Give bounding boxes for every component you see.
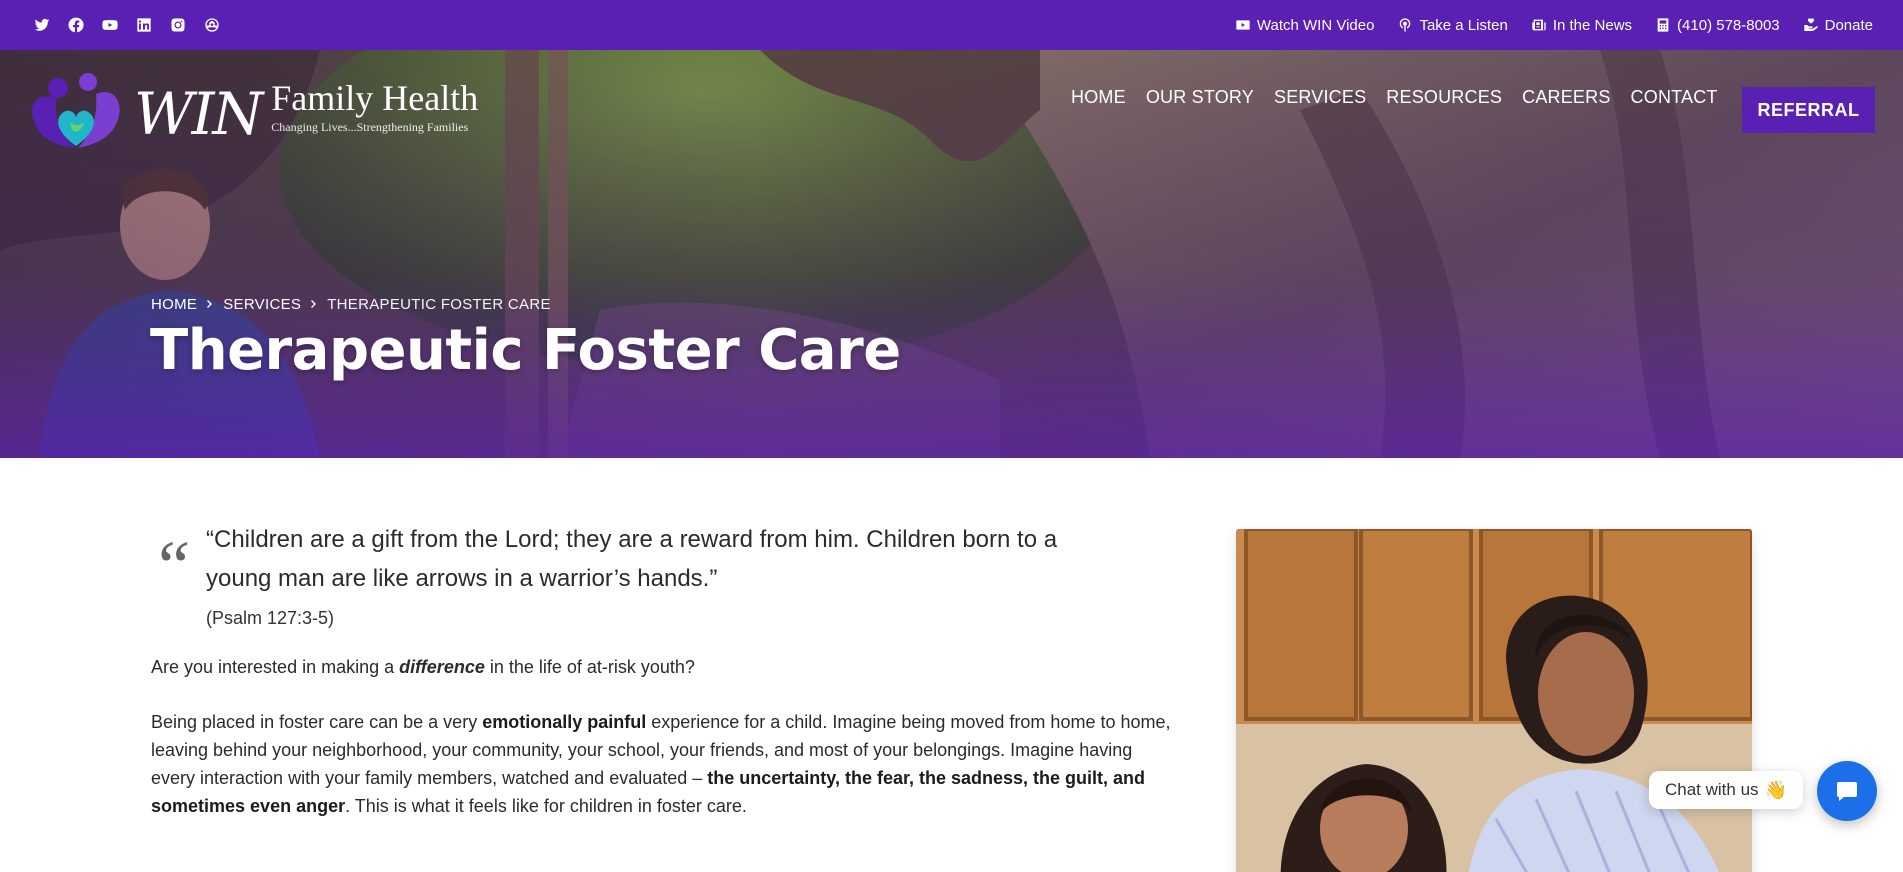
facebook-icon[interactable] <box>67 16 85 34</box>
linkedin-icon[interactable] <box>135 16 153 34</box>
in-the-news-link[interactable]: In the News <box>1531 17 1632 34</box>
foster-care-paragraph: Being placed in foster care can be a ver… <box>151 708 1181 820</box>
take-a-listen-link[interactable]: Take a Listen <box>1397 16 1508 34</box>
twitter-icon[interactable] <box>33 16 51 34</box>
youtube-icon[interactable] <box>101 16 119 34</box>
chat-launcher-button[interactable] <box>1817 761 1877 821</box>
video-icon <box>1236 20 1250 30</box>
podcast-icon <box>1400 18 1411 32</box>
nav-resources[interactable]: RESOURCES <box>1386 87 1502 108</box>
hero-banner: WIN Family Health Changing Lives...Stren… <box>0 50 1903 458</box>
phone-label: (410) 578-8003 <box>1677 16 1780 34</box>
donate-label: Donate <box>1824 16 1873 34</box>
intro-text-after: in the life of at-risk youth? <box>484 657 695 677</box>
logo-heart-icon <box>32 73 120 148</box>
nav-our-story[interactable]: OUR STORY <box>1146 87 1254 108</box>
site-logo[interactable]: WIN Family Health Changing Lives...Stren… <box>26 66 478 156</box>
newspaper-icon <box>1532 19 1546 31</box>
intro-text-before: Are you interested in making a <box>151 657 400 677</box>
phone-icon <box>1657 18 1669 32</box>
chat-prompt-label: Chat with us <box>1665 780 1759 799</box>
logo-right: Family Health Changing Lives...Strengthe… <box>271 80 478 143</box>
chevron-right-icon <box>205 296 215 313</box>
nav-services[interactable]: SERVICES <box>1274 87 1366 108</box>
breadcrumb-home[interactable]: HOME <box>151 296 197 313</box>
nav-contact[interactable]: CONTACT <box>1631 87 1718 108</box>
instagram-icon[interactable] <box>169 16 187 34</box>
main-content: “ “Children are a gift from the Lord; th… <box>151 520 1181 820</box>
donate-hands-icon <box>1803 18 1818 31</box>
page-title: Therapeutic Foster Care <box>150 318 901 383</box>
take-a-listen-label: Take a Listen <box>1419 16 1508 34</box>
breadcrumb-services[interactable]: SERVICES <box>223 296 301 313</box>
social-links <box>33 16 221 34</box>
watch-video-link[interactable]: Watch WIN Video <box>1235 16 1375 34</box>
waving-hand-icon: 👋 <box>1764 779 1787 800</box>
chat-bubble-icon <box>1837 782 1857 801</box>
mother-daughter-photo <box>1236 529 1752 872</box>
intro-paragraph: Are you interested in making a differenc… <box>151 653 1181 681</box>
logo-tagline: Changing Lives...Strengthening Families <box>271 119 469 134</box>
main-nav: HOME OUR STORY SERVICES RESOURCES CAREER… <box>1071 87 1718 108</box>
logo-family-health: Family Health <box>271 77 479 118</box>
paragraph-part-e: . This is what it feels like for childre… <box>345 796 747 816</box>
kitchen-photo-illustration <box>1236 529 1752 872</box>
quote-citation: (Psalm 127:3-5) <box>206 608 335 628</box>
chevron-right-icon <box>309 296 319 313</box>
breadcrumb: HOME SERVICES THERAPEUTIC FOSTER CARE <box>151 296 551 313</box>
nav-home[interactable]: HOME <box>1071 87 1126 108</box>
scripture-quote: “Children are a gift from the Lord; they… <box>206 526 1058 592</box>
podcast-icon[interactable] <box>203 16 221 34</box>
quote-mark-icon: “ <box>151 526 192 606</box>
paragraph-part-a: Being placed in foster care can be a ver… <box>151 712 483 732</box>
watch-video-label: Watch WIN Video <box>1256 16 1375 34</box>
chat-prompt-bubble[interactable]: Chat with us 👋 <box>1649 771 1803 809</box>
phone-link[interactable]: (410) 578-8003 <box>1655 17 1780 34</box>
logo-wordmark: WIN Family Health Changing Lives...Stren… <box>134 80 478 143</box>
in-the-news-label: In the News <box>1552 16 1633 34</box>
referral-button[interactable]: REFERRAL <box>1742 87 1875 133</box>
nav-careers[interactable]: CAREERS <box>1522 87 1610 108</box>
utility-links: Watch WIN Video Take a Listen In the New… <box>1235 17 1873 34</box>
logo-win: WIN <box>134 79 263 148</box>
breadcrumb-current: THERAPEUTIC FOSTER CARE <box>327 296 551 313</box>
donate-link[interactable]: Donate <box>1803 17 1873 34</box>
intro-emphasis: difference <box>399 657 485 677</box>
paragraph-bold-emotionally-painful: emotionally painful <box>482 712 647 732</box>
top-utility-bar: Watch WIN Video Take a Listen In the New… <box>0 0 1903 50</box>
